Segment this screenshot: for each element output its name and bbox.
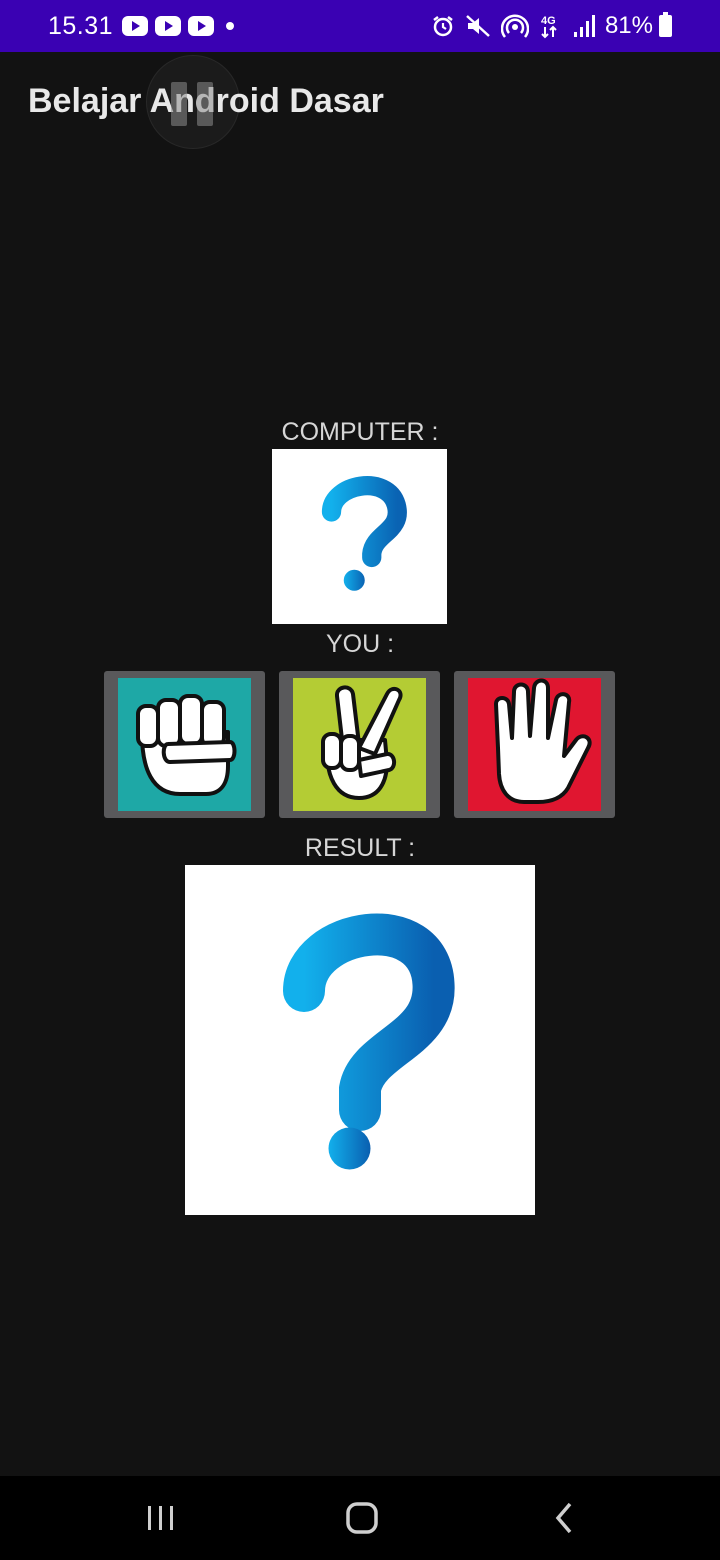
notification-icons [122, 16, 214, 36]
paper-button[interactable] [454, 671, 615, 818]
result-image [185, 865, 535, 1215]
status-icons: 4G 81% [431, 12, 672, 40]
home-icon [346, 1502, 378, 1534]
back-icon [555, 1502, 572, 1534]
question-mark-icon [321, 476, 407, 591]
recent-apps-icon [148, 1506, 173, 1530]
alarm-icon [433, 16, 453, 37]
battery-icon [659, 12, 672, 37]
svg-text:4G: 4G [541, 15, 556, 27]
scissors-choice-tile [293, 678, 426, 811]
back-button[interactable] [534, 1496, 594, 1540]
youtube-icon [155, 16, 181, 36]
fist-icon [136, 694, 237, 796]
status-time: 15.31 [48, 12, 114, 40]
computer-label: COMPUTER : [281, 418, 439, 446]
floating-pause-button[interactable] [146, 55, 240, 149]
hotspot-icon [500, 14, 529, 38]
open-hand-icon [494, 678, 592, 804]
pause-icon [197, 82, 213, 126]
rock-button[interactable] [104, 671, 265, 818]
pause-icon [171, 82, 187, 126]
question-mark-icon [283, 913, 455, 1170]
network-4g-icon: 4G [541, 15, 557, 39]
result-label: RESULT : [304, 834, 416, 862]
signal-icon [573, 15, 595, 37]
mute-icon [466, 15, 490, 37]
paper-choice-tile [468, 678, 601, 811]
recent-apps-button[interactable] [131, 1496, 191, 1540]
computer-choice-image [272, 449, 447, 624]
youtube-icon [188, 16, 214, 36]
status-bar: 15.31 4G 81% [0, 0, 720, 52]
battery-percentage: 81% [604, 12, 653, 39]
rock-choice-tile [118, 678, 251, 811]
home-button[interactable] [332, 1496, 392, 1540]
youtube-icon [122, 16, 148, 36]
more-notifications-dot [226, 22, 234, 30]
you-label: YOU : [325, 630, 395, 658]
peace-hand-icon [321, 685, 403, 800]
navigation-bar [0, 1476, 720, 1560]
scissors-button[interactable] [279, 671, 440, 818]
